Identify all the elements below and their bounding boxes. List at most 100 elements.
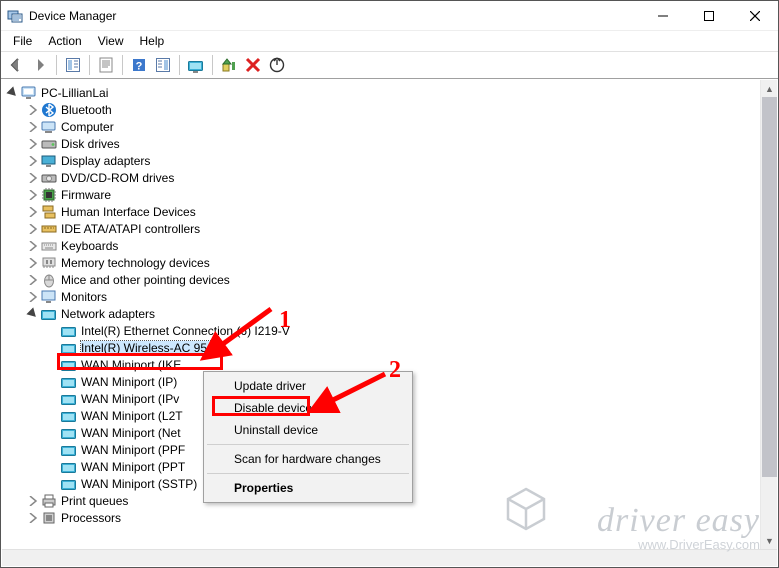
- display-icon: [41, 153, 57, 169]
- close-button[interactable]: [732, 1, 778, 31]
- uninstall-device-toolbar-button[interactable]: [242, 54, 264, 76]
- back-button[interactable]: [5, 54, 27, 76]
- tree-item-label: IDE ATA/ATAPI controllers: [61, 222, 200, 236]
- menu-view[interactable]: View: [90, 33, 132, 49]
- chevron-right-icon[interactable]: [26, 511, 40, 525]
- tree-item-hid[interactable]: Human Interface Devices: [2, 203, 760, 220]
- scroll-up-button[interactable]: ▲: [761, 80, 777, 97]
- properties-button[interactable]: [95, 54, 117, 76]
- ide-icon: [41, 221, 57, 237]
- tree-root-label: PC-LillianLai: [41, 86, 108, 100]
- chevron-right-icon[interactable]: [26, 256, 40, 270]
- maximize-button[interactable]: [686, 1, 732, 31]
- network-adapter-icon: [61, 408, 77, 424]
- tree-item-mice[interactable]: Mice and other pointing devices: [2, 271, 760, 288]
- chevron-right-icon[interactable]: [26, 137, 40, 151]
- network-adapter-icon: [61, 476, 77, 492]
- status-bar: [2, 549, 777, 566]
- menu-action[interactable]: Action: [40, 33, 89, 49]
- tree-item-network-adapters[interactable]: Network adapters: [2, 305, 760, 322]
- tree-item-label: DVD/CD-ROM drives: [61, 171, 174, 185]
- menu-file[interactable]: File: [5, 33, 40, 49]
- tree-item-monitors[interactable]: Monitors: [2, 288, 760, 305]
- tree-item-memory[interactable]: Memory technology devices: [2, 254, 760, 271]
- update-driver-toolbar-button[interactable]: [185, 54, 207, 76]
- action-pane-button[interactable]: [152, 54, 174, 76]
- tree-item-label: Monitors: [61, 290, 107, 304]
- ctx-scan-changes[interactable]: Scan for hardware changes: [206, 448, 410, 470]
- tree-item-label: WAN Miniport (SSTP): [81, 477, 197, 491]
- chevron-right-icon[interactable]: [26, 120, 40, 134]
- network-adapter-icon: [61, 323, 77, 339]
- computer-icon: [41, 119, 57, 135]
- tree-item-bluetooth[interactable]: Bluetooth: [2, 101, 760, 118]
- tree-item-label: WAN Miniport (IKE: [81, 358, 181, 372]
- help-button[interactable]: ?: [128, 54, 150, 76]
- chevron-right-icon[interactable]: [26, 222, 40, 236]
- tree-item-label: WAN Miniport (PPT: [81, 460, 185, 474]
- network-adapter-icon: [61, 442, 77, 458]
- chevron-right-icon[interactable]: [26, 494, 40, 508]
- chevron-right-icon[interactable]: [26, 273, 40, 287]
- tree-item-display-adapters[interactable]: Display adapters: [2, 152, 760, 169]
- forward-button[interactable]: [29, 54, 51, 76]
- tree-item-label: Intel(R) Wireless-AC 9560: [81, 341, 220, 355]
- cdrom-icon: [41, 170, 57, 186]
- tree-item-label: WAN Miniport (PPF: [81, 443, 185, 457]
- tree-item-label: Intel(R) Ethernet Connection (6) I219-V: [81, 324, 290, 338]
- memory-icon: [41, 255, 57, 271]
- tree-item-label: Memory technology devices: [61, 256, 210, 270]
- chevron-down-icon[interactable]: [26, 307, 40, 321]
- chevron-right-icon[interactable]: [26, 239, 40, 253]
- network-adapter-icon: [61, 340, 77, 356]
- ctx-uninstall-device[interactable]: Uninstall device: [206, 419, 410, 441]
- tree-item-label: Print queues: [61, 494, 128, 508]
- chevron-right-icon[interactable]: [26, 188, 40, 202]
- chevron-right-icon[interactable]: [26, 154, 40, 168]
- chevron-right-icon[interactable]: [26, 171, 40, 185]
- tree-item-label: WAN Miniport (IP): [81, 375, 177, 389]
- ctx-properties[interactable]: Properties: [206, 477, 410, 499]
- tree-item-ide[interactable]: IDE ATA/ATAPI controllers: [2, 220, 760, 237]
- tree-item-label: Bluetooth: [61, 103, 112, 117]
- tree-item-dvd[interactable]: DVD/CD-ROM drives: [2, 169, 760, 186]
- ctx-disable-device[interactable]: Disable device: [206, 397, 410, 419]
- menu-help[interactable]: Help: [132, 33, 173, 49]
- window-title: Device Manager: [29, 9, 640, 23]
- tree-item-label: Disk drives: [61, 137, 120, 151]
- chevron-right-icon[interactable]: [26, 103, 40, 117]
- tree-item-processors[interactable]: Processors: [2, 509, 760, 526]
- enable-device-toolbar-button[interactable]: [218, 54, 240, 76]
- chevron-right-icon[interactable]: [26, 290, 40, 304]
- keyboard-icon: [41, 238, 57, 254]
- monitor-icon: [41, 289, 57, 305]
- printer-icon: [41, 493, 57, 509]
- tree-item-disk-drives[interactable]: Disk drives: [2, 135, 760, 152]
- tree-item-label: Firmware: [61, 188, 111, 202]
- tree-item-label: Computer: [61, 120, 114, 134]
- menubar: File Action View Help: [1, 31, 778, 51]
- hid-icon: [41, 204, 57, 220]
- minimize-button[interactable]: [640, 1, 686, 31]
- tree-item-label: WAN Miniport (IPv: [81, 392, 179, 406]
- tree-item-firmware[interactable]: Firmware: [2, 186, 760, 203]
- scroll-thumb[interactable]: [762, 97, 777, 477]
- chevron-right-icon[interactable]: [26, 205, 40, 219]
- tree-item-label: WAN Miniport (L2T: [81, 409, 183, 423]
- tree-item-computer[interactable]: Computer: [2, 118, 760, 135]
- scan-hardware-changes-toolbar-button[interactable]: [266, 54, 288, 76]
- app-icon: [7, 8, 23, 24]
- scroll-down-button[interactable]: ▼: [761, 532, 777, 549]
- tree-item-wireless-ac9560[interactable]: Intel(R) Wireless-AC 9560: [2, 339, 760, 356]
- tree-item-keyboards[interactable]: Keyboards: [2, 237, 760, 254]
- show-hide-console-tree-button[interactable]: [62, 54, 84, 76]
- vertical-scrollbar[interactable]: ▲ ▼: [760, 80, 777, 549]
- tree-item-label: Keyboards: [61, 239, 118, 253]
- ctx-update-driver[interactable]: Update driver: [206, 375, 410, 397]
- device-manager-window: Device Manager File Action View Help: [0, 0, 779, 568]
- tree-item-ethernet-i219v[interactable]: Intel(R) Ethernet Connection (6) I219-V: [2, 322, 760, 339]
- chevron-down-icon[interactable]: [6, 86, 20, 100]
- firmware-icon: [41, 187, 57, 203]
- tree-root[interactable]: PC-LillianLai: [2, 84, 760, 101]
- svg-text:?: ?: [136, 61, 143, 73]
